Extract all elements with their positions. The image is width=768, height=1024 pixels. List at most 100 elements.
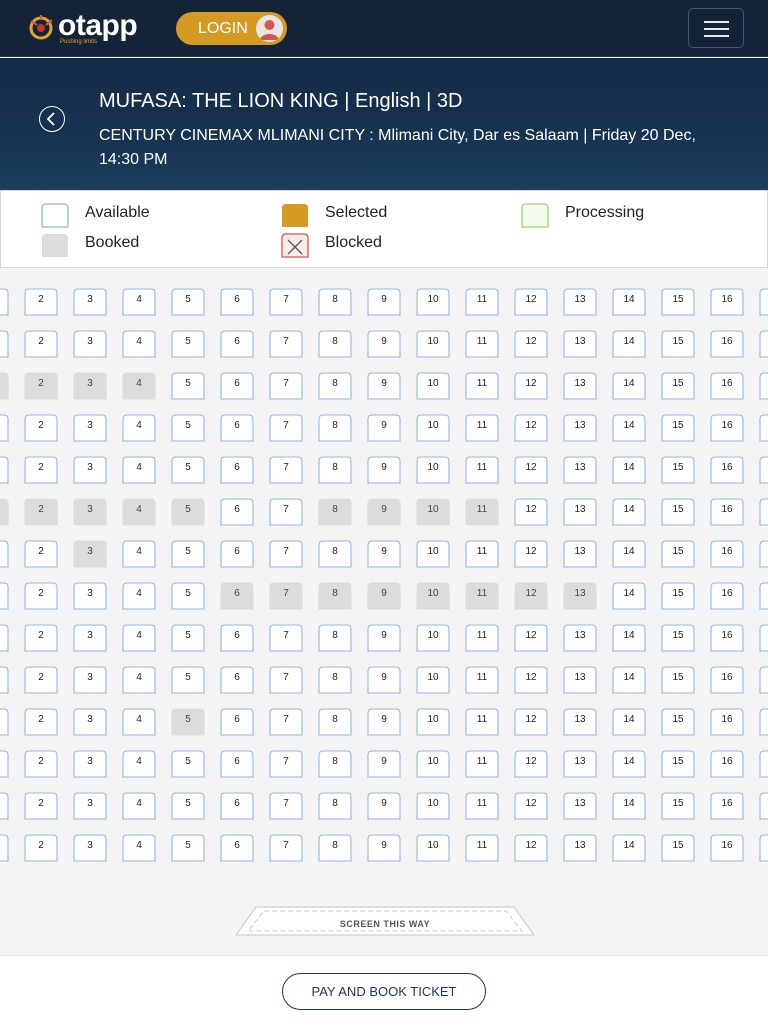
available-seat[interactable]: 4 [121, 328, 157, 358]
available-seat[interactable]: 7 [268, 370, 304, 400]
available-seat[interactable]: 2 [23, 328, 59, 358]
available-seat[interactable]: 9 [366, 622, 402, 652]
available-seat[interactable]: 5 [170, 832, 206, 862]
available-seat[interactable]: 10 [415, 328, 451, 358]
login-button[interactable]: LOGIN [176, 12, 287, 45]
edge-seat[interactable] [0, 412, 10, 442]
available-seat[interactable]: 6 [219, 370, 255, 400]
available-seat[interactable]: 7 [268, 328, 304, 358]
available-seat[interactable]: 7 [268, 454, 304, 484]
available-seat[interactable]: 15 [660, 454, 696, 484]
available-seat[interactable]: 10 [415, 790, 451, 820]
available-seat[interactable]: 6 [219, 454, 255, 484]
available-seat[interactable]: 13 [562, 454, 598, 484]
available-seat[interactable]: 10 [415, 286, 451, 316]
available-seat[interactable]: 8 [317, 664, 353, 694]
available-seat[interactable]: 9 [366, 832, 402, 862]
available-seat[interactable]: 4 [121, 412, 157, 442]
available-seat[interactable]: 16 [709, 664, 745, 694]
available-seat[interactable]: 6 [219, 622, 255, 652]
available-seat[interactable]: 6 [219, 328, 255, 358]
available-seat[interactable]: 3 [72, 454, 108, 484]
available-seat[interactable]: 16 [709, 286, 745, 316]
available-seat[interactable]: 5 [170, 328, 206, 358]
available-seat[interactable]: 8 [317, 454, 353, 484]
available-seat[interactable]: 2 [23, 748, 59, 778]
available-seat[interactable]: 11 [464, 622, 500, 652]
available-seat[interactable]: 15 [660, 328, 696, 358]
available-seat[interactable]: 6 [219, 706, 255, 736]
edge-seat[interactable] [758, 706, 768, 736]
available-seat[interactable]: 15 [660, 748, 696, 778]
available-seat[interactable]: 13 [562, 286, 598, 316]
available-seat[interactable]: 4 [121, 286, 157, 316]
edge-seat[interactable] [0, 538, 10, 568]
available-seat[interactable]: 2 [23, 454, 59, 484]
available-seat[interactable]: 10 [415, 412, 451, 442]
available-seat[interactable]: 3 [72, 286, 108, 316]
available-seat[interactable]: 3 [72, 622, 108, 652]
available-seat[interactable]: 9 [366, 328, 402, 358]
edge-seat[interactable] [758, 454, 768, 484]
available-seat[interactable]: 5 [170, 538, 206, 568]
available-seat[interactable]: 9 [366, 790, 402, 820]
available-seat[interactable]: 3 [72, 580, 108, 610]
available-seat[interactable]: 11 [464, 706, 500, 736]
available-seat[interactable]: 9 [366, 454, 402, 484]
available-seat[interactable]: 11 [464, 328, 500, 358]
edge-seat[interactable] [758, 790, 768, 820]
available-seat[interactable]: 7 [268, 790, 304, 820]
available-seat[interactable]: 13 [562, 370, 598, 400]
available-seat[interactable]: 8 [317, 622, 353, 652]
available-seat[interactable]: 5 [170, 790, 206, 820]
available-seat[interactable]: 12 [513, 832, 549, 862]
available-seat[interactable]: 6 [219, 664, 255, 694]
available-seat[interactable]: 4 [121, 664, 157, 694]
available-seat[interactable]: 16 [709, 748, 745, 778]
available-seat[interactable]: 4 [121, 748, 157, 778]
available-seat[interactable]: 14 [611, 706, 647, 736]
available-seat[interactable]: 14 [611, 412, 647, 442]
available-seat[interactable]: 7 [268, 286, 304, 316]
available-seat[interactable]: 12 [513, 454, 549, 484]
available-seat[interactable]: 12 [513, 748, 549, 778]
edge-seat[interactable] [758, 748, 768, 778]
edge-seat[interactable] [0, 328, 10, 358]
available-seat[interactable]: 13 [562, 538, 598, 568]
available-seat[interactable]: 4 [121, 580, 157, 610]
available-seat[interactable]: 5 [170, 286, 206, 316]
available-seat[interactable]: 9 [366, 286, 402, 316]
available-seat[interactable]: 12 [513, 706, 549, 736]
edge-seat[interactable] [758, 412, 768, 442]
available-seat[interactable]: 14 [611, 622, 647, 652]
available-seat[interactable]: 10 [415, 832, 451, 862]
available-seat[interactable]: 6 [219, 496, 255, 526]
otapp-logo[interactable]: otapp Pushing limits [28, 9, 148, 46]
available-seat[interactable]: 13 [562, 832, 598, 862]
available-seat[interactable]: 15 [660, 706, 696, 736]
available-seat[interactable]: 13 [562, 664, 598, 694]
available-seat[interactable]: 3 [72, 706, 108, 736]
available-seat[interactable]: 2 [23, 664, 59, 694]
available-seat[interactable]: 5 [170, 580, 206, 610]
available-seat[interactable]: 16 [709, 328, 745, 358]
available-seat[interactable]: 14 [611, 790, 647, 820]
available-seat[interactable]: 15 [660, 286, 696, 316]
available-seat[interactable]: 8 [317, 412, 353, 442]
available-seat[interactable]: 11 [464, 454, 500, 484]
menu-toggle-button[interactable] [688, 8, 744, 48]
available-seat[interactable]: 16 [709, 538, 745, 568]
available-seat[interactable]: 5 [170, 370, 206, 400]
available-seat[interactable]: 5 [170, 412, 206, 442]
available-seat[interactable]: 3 [72, 664, 108, 694]
available-seat[interactable]: 6 [219, 286, 255, 316]
available-seat[interactable]: 12 [513, 622, 549, 652]
available-seat[interactable]: 2 [23, 538, 59, 568]
available-seat[interactable]: 8 [317, 706, 353, 736]
available-seat[interactable]: 7 [268, 706, 304, 736]
available-seat[interactable]: 12 [513, 328, 549, 358]
available-seat[interactable]: 16 [709, 706, 745, 736]
available-seat[interactable]: 3 [72, 412, 108, 442]
available-seat[interactable]: 12 [513, 370, 549, 400]
available-seat[interactable]: 2 [23, 832, 59, 862]
